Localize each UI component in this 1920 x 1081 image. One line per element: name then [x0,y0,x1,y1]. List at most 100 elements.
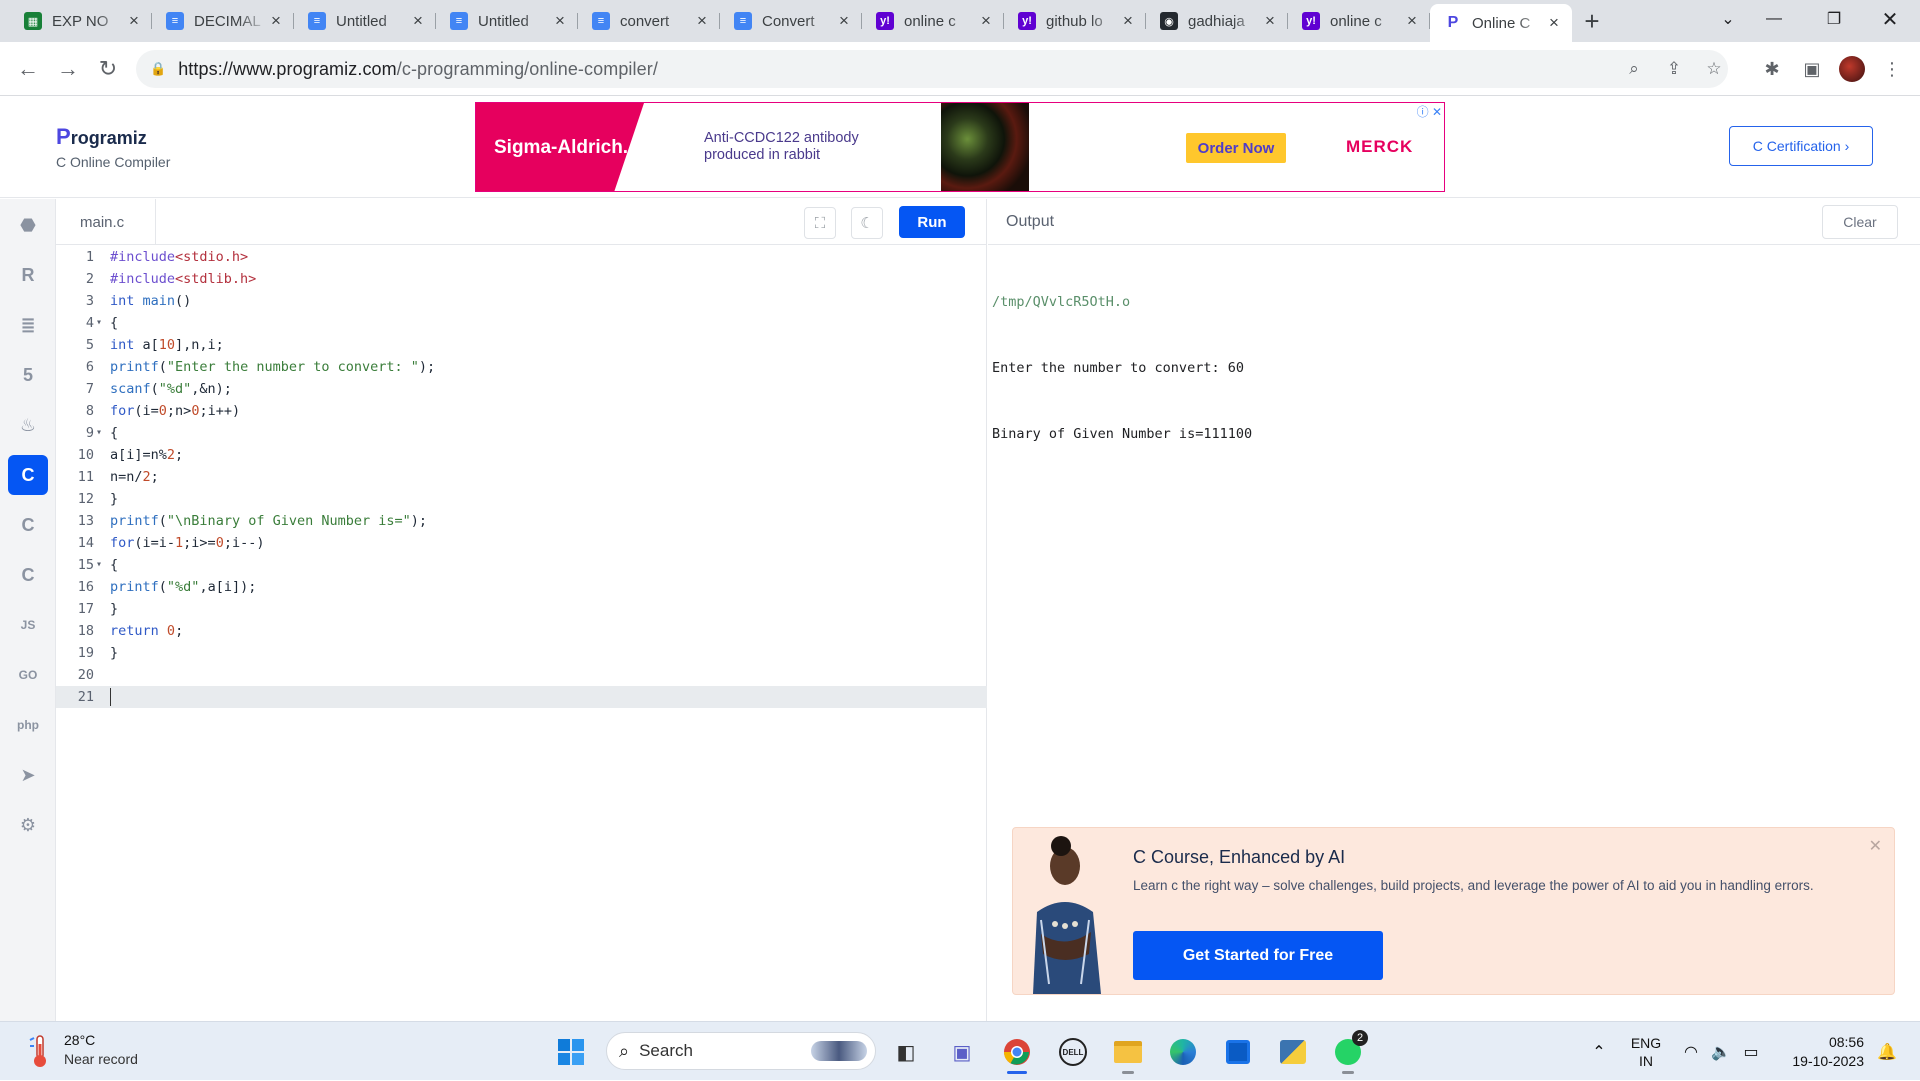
reload-button[interactable]: ↻ [88,49,128,89]
fold-arrow-icon[interactable]: ▾ [96,422,102,444]
store-icon[interactable] [1220,1034,1256,1070]
language-indicator[interactable]: ENG IN [1624,1022,1668,1081]
code-line[interactable]: 11 n=n/2; [56,466,987,488]
tab-close-icon[interactable]: × [268,11,284,31]
c-icon[interactable]: C [8,455,48,495]
certification-button[interactable]: C Certification › [1729,126,1873,166]
code-line[interactable]: 20 [56,664,987,686]
browser-tab[interactable]: y! online c × [862,4,1004,38]
swift-icon[interactable]: ➤ [8,755,48,795]
tab-close-icon[interactable]: × [836,11,852,31]
omnibox[interactable]: 🔒 https://www.programiz.com/c-programmin… [136,50,1728,88]
forward-button[interactable]: → [48,49,88,89]
ad-banner[interactable]: Sigma-Aldrich. Anti-CCDC122 antibody prod… [475,102,1445,192]
dark-mode-icon[interactable]: ☾ [851,207,883,239]
code-line[interactable]: 16 printf("%d",a[i]); [56,576,987,598]
code-line[interactable]: 13 printf("\nBinary of Given Number is=")… [56,510,987,532]
r-icon[interactable]: R [8,255,48,295]
code-line[interactable]: 14 for(i=i-1;i>=0;i--) [56,532,987,554]
sql-icon[interactable]: ≣ [8,305,48,345]
clear-button[interactable]: Clear [1822,205,1898,239]
fold-arrow-icon[interactable]: ▾ [96,312,102,334]
get-started-button[interactable]: Get Started for Free [1133,931,1383,980]
code-line[interactable]: 1 #include<stdio.h> [56,246,987,268]
ad-order-button[interactable]: Order Now [1186,133,1286,163]
battery-icon[interactable]: ▭ [1736,1022,1766,1081]
tab-close-icon[interactable]: × [126,11,142,31]
side-panel-icon[interactable]: ▣ [1792,49,1832,89]
ad-choices-icon[interactable]: ⓘ ✕ [1417,103,1442,120]
browser-tab[interactable]: ≡ Untitled × [436,4,578,38]
python-icon[interactable]: ⬣ [8,205,48,245]
cpp-icon[interactable]: C [8,505,48,545]
tab-close-icon[interactable]: × [1546,13,1562,33]
edge-icon[interactable] [1165,1034,1201,1070]
html-icon[interactable]: 5 [8,355,48,395]
fold-arrow-icon[interactable]: ▾ [96,554,102,576]
close-window-button[interactable]: ✕ [1862,0,1918,38]
browser-tab[interactable]: y! github lo × [1004,4,1146,38]
code-line[interactable]: 8 for(i=0;n>0;i++) [56,400,987,422]
fullscreen-icon[interactable]: ⛶ [804,207,836,239]
code-line[interactable]: 9 ▾ { [56,422,987,444]
code-line[interactable]: 19} [56,642,987,664]
java-icon[interactable]: ♨ [8,405,48,445]
php-icon[interactable]: php [8,705,48,745]
code-line[interactable]: 10 a[i]=n%2; [56,444,987,466]
browser-tab[interactable]: ▦ EXP NO × [10,4,152,38]
task-view-icon[interactable]: ◧ [888,1034,924,1070]
code-line[interactable]: 6 printf("Enter the number to convert: ")… [56,356,987,378]
browser-tab[interactable]: P Online C × [1430,4,1572,42]
code-line[interactable]: 21 [56,686,987,708]
browser-tab[interactable]: ≡ Convert × [720,4,862,38]
code-area[interactable]: 1 #include<stdio.h> 2 #include<stdlib.h> 3 in… [56,246,987,708]
volume-icon[interactable]: 🔈 [1706,1022,1736,1081]
browser-tab[interactable]: ≡ Untitled × [294,4,436,38]
tab-close-icon[interactable]: × [1404,11,1420,31]
teams-chat-icon[interactable]: ▣ [944,1034,980,1070]
new-tab-button[interactable]: + [1572,4,1612,38]
bookmark-star-icon[interactable]: ☆ [1696,50,1732,88]
minimize-button[interactable]: — [1746,0,1802,38]
dell-icon[interactable]: DELL [1055,1034,1091,1070]
tab-close-icon[interactable]: × [1120,11,1136,31]
windows-start-icon[interactable] [553,1034,589,1070]
code-line[interactable]: 7 scanf("%d",&n); [56,378,987,400]
code-line[interactable]: 18 return 0; [56,620,987,642]
url-text[interactable]: https://www.programiz.com/c-programming/… [178,59,658,80]
extensions-icon[interactable]: ✱ [1752,49,1792,89]
rust-icon[interactable]: ⚙ [8,805,48,845]
wifi-icon[interactable]: ◠ [1676,1022,1706,1081]
code-line[interactable]: 3 int main() [56,290,987,312]
programiz-logo[interactable]: Programiz [56,124,147,150]
tray-overflow-icon[interactable]: ⌃ [1584,1022,1614,1081]
tab-close-icon[interactable]: × [1262,11,1278,31]
menu-kebab-icon[interactable]: ⋮ [1872,49,1912,89]
share-icon[interactable]: ⇪ [1656,50,1692,88]
js-icon[interactable]: JS [8,605,48,645]
code-line[interactable]: 5 int a[10],n,i; [56,334,987,356]
tab-close-icon[interactable]: × [694,11,710,31]
clock[interactable]: 08:56 19-10-2023 [1768,1033,1864,1071]
csharp-icon[interactable]: C [8,555,48,595]
maximize-button[interactable]: ❐ [1806,0,1862,38]
python-app-icon[interactable] [1275,1034,1311,1070]
weather-temp[interactable]: 28°C [64,1032,95,1048]
browser-tab[interactable]: ◉ gadhiaja × [1146,4,1288,38]
tab-close-icon[interactable]: × [552,11,568,31]
back-button[interactable]: ← [8,49,48,89]
notification-icon[interactable]: 🔔 [1872,1022,1902,1081]
taskbar-search[interactable]: ⌕ Search [606,1032,876,1070]
tab-close-icon[interactable]: × [410,11,426,31]
file-tab[interactable]: main.c [56,199,156,245]
whatsapp-icon[interactable]: 2 [1330,1030,1368,1074]
profile-avatar[interactable] [1832,49,1872,89]
code-line[interactable]: 4 ▾ { [56,312,987,334]
promo-close-icon[interactable]: ✕ [1869,836,1882,856]
run-button[interactable]: Run [899,206,965,238]
code-line[interactable]: 17} [56,598,987,620]
file-explorer-icon[interactable] [1110,1034,1146,1074]
tab-close-icon[interactable]: × [978,11,994,31]
chrome-icon[interactable] [999,1034,1035,1074]
browser-tab[interactable]: ≡ convert × [578,4,720,38]
